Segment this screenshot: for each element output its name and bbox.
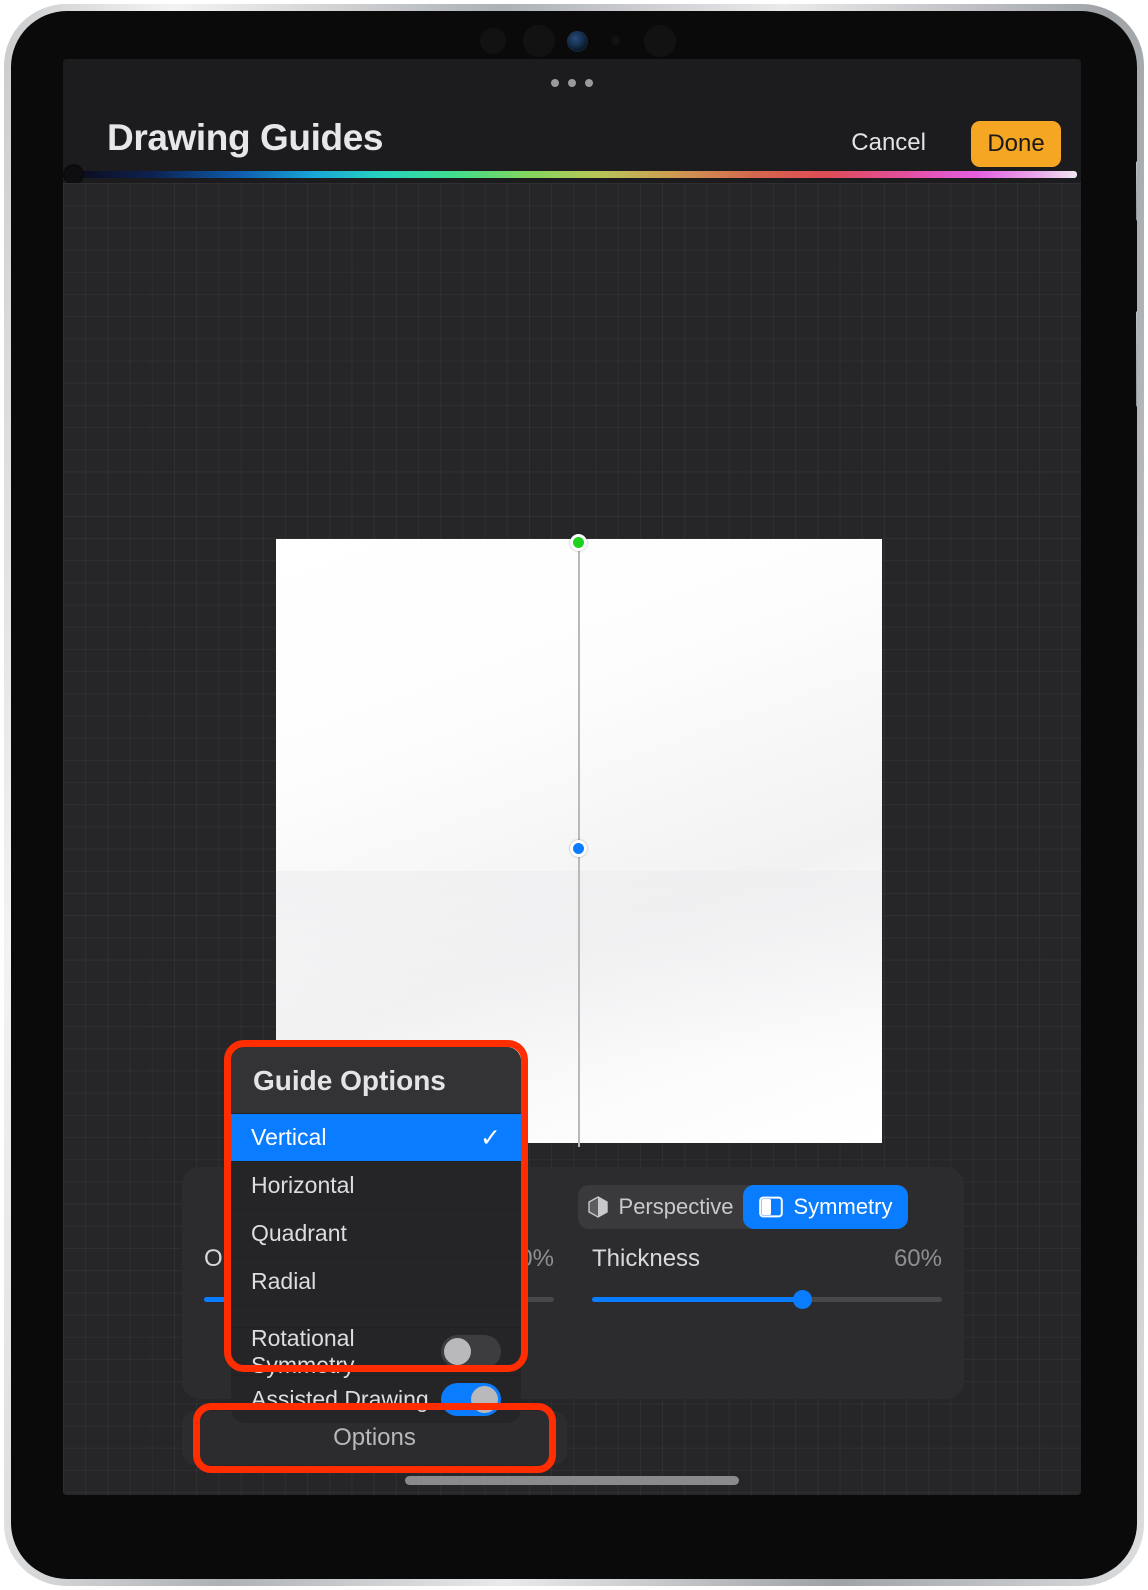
ipad-device-frame: Drawing Guides Cancel Done Perspective S…: [4, 4, 1144, 1586]
panel-grab-handle[interactable]: [547, 79, 597, 87]
grab-dot-icon: [551, 79, 559, 87]
guide-option-radial-label: Radial: [251, 1268, 317, 1294]
rotational-symmetry-row[interactable]: Rotational Symmetry: [231, 1325, 521, 1378]
segment-perspective[interactable]: Perspective: [578, 1185, 743, 1229]
segment-perspective-label: Perspective: [618, 1194, 734, 1219]
volume-up-button[interactable]: [1136, 161, 1137, 221]
guide-option-quadrant[interactable]: Quadrant: [231, 1209, 521, 1257]
canvas-viewport[interactable]: Perspective Symmetry 50% 60% Thickness O…: [63, 183, 1081, 1495]
done-button[interactable]: Done: [971, 121, 1061, 167]
guide-option-quadrant-label: Quadrant: [251, 1220, 347, 1246]
home-indicator[interactable]: [405, 1476, 739, 1485]
page-title: Drawing Guides: [107, 117, 384, 158]
guide-option-horizontal[interactable]: Horizontal: [231, 1161, 521, 1209]
guide-move-handle-icon[interactable]: [570, 840, 587, 857]
assisted-drawing-toggle[interactable]: [441, 1383, 501, 1416]
front-camera-lens: [567, 31, 588, 52]
thickness-slider-thumb[interactable]: [793, 1290, 812, 1309]
power-button[interactable]: [1136, 311, 1137, 407]
drawing-guides-panel: Drawing Guides Cancel Done Perspective S…: [63, 59, 1081, 1495]
perspective-cube-icon: [587, 1196, 608, 1218]
popover-title: Guide Options: [231, 1047, 521, 1113]
guide-color-slider-track: [71, 171, 1077, 178]
assisted-drawing-label: Assisted Drawing: [251, 1386, 429, 1412]
toggle-knob-icon: [444, 1338, 471, 1365]
segment-symmetry-label: Symmetry: [793, 1194, 893, 1219]
symmetry-split-square-icon: [758, 1196, 783, 1218]
segment-symmetry[interactable]: Symmetry: [743, 1185, 908, 1229]
ipad-screen: Drawing Guides Cancel Done Perspective S…: [63, 59, 1081, 1495]
guide-color-slider-thumb[interactable]: [65, 166, 82, 183]
sensor-dot-3: [611, 36, 620, 45]
guide-mode-segmented-control[interactable]: Perspective Symmetry: [578, 1185, 908, 1229]
toggle-knob-icon: [471, 1386, 498, 1413]
device-body: Drawing Guides Cancel Done Perspective S…: [11, 11, 1137, 1579]
grab-dot-icon: [568, 79, 576, 87]
sensor-dot-2: [523, 25, 555, 57]
thickness-value: 60%: [893, 1245, 942, 1272]
guide-option-horizontal-label: Horizontal: [251, 1172, 355, 1198]
guide-option-vertical-label: Vertical: [251, 1124, 327, 1150]
guide-option-vertical[interactable]: Vertical ✓: [231, 1113, 521, 1161]
thickness-label: Thickness: [592, 1245, 701, 1272]
thickness-slider[interactable]: [592, 1290, 942, 1309]
rotational-symmetry-toggle[interactable]: [441, 1335, 501, 1368]
sensor-dot-1: [480, 28, 506, 54]
grab-dot-icon: [585, 79, 593, 87]
guide-color-slider[interactable]: [63, 166, 1081, 183]
guide-rotate-handle-icon[interactable]: [570, 534, 587, 551]
rotational-symmetry-label: Rotational Symmetry: [251, 1324, 355, 1378]
thickness-control: 60% Thickness: [592, 1245, 942, 1309]
sensor-dot-4: [644, 25, 676, 57]
guide-options-popover: Guide Options Vertical ✓ Horizontal Quad…: [231, 1047, 521, 1423]
cancel-button[interactable]: Cancel: [851, 129, 926, 157]
thickness-slider-fill: [592, 1297, 802, 1302]
guide-option-radial[interactable]: Radial: [231, 1257, 521, 1305]
checkmark-icon: ✓: [480, 1123, 501, 1152]
